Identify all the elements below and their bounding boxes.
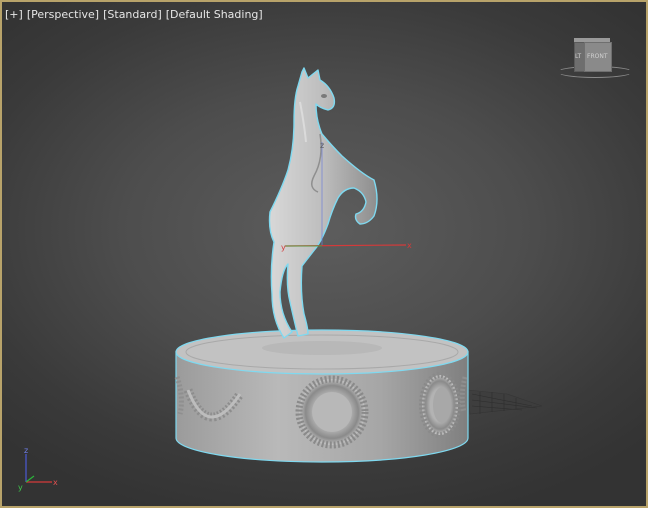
world-axis-tripod: z x y (18, 446, 58, 492)
gizmo-x-label: x (407, 241, 412, 250)
tripod-y-label: y (18, 483, 23, 492)
gizmo-y-label: y (281, 243, 286, 252)
horse-statue[interactable] (268, 67, 378, 339)
gizmo-z-label: z (320, 141, 324, 150)
ground-grid (467, 389, 543, 415)
scene-canvas[interactable]: x y z (2, 2, 646, 506)
perspective-viewport[interactable]: [+] [Perspective] [Standard] [Default Sh… (0, 0, 648, 508)
tripod-x-label: x (53, 478, 58, 487)
tripod-z-label: z (24, 446, 28, 455)
